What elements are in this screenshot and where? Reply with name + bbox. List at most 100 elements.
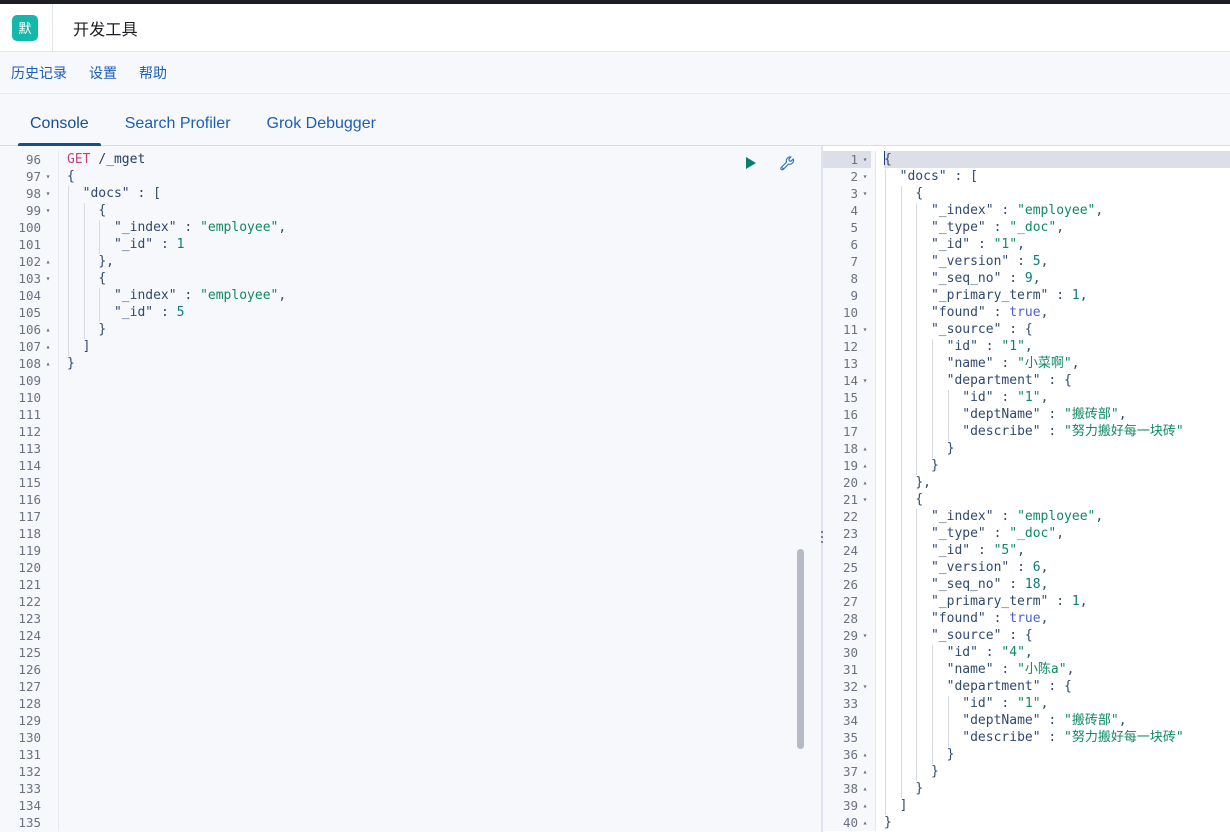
fold-toggle-icon[interactable]: ▴ [861,440,869,457]
code-line[interactable]: } [884,814,1230,831]
fold-toggle-icon[interactable]: ▴ [861,474,869,491]
code-line[interactable]: "describe" : "努力搬好每一块砖" [884,729,1230,747]
fold-toggle-icon[interactable]: ▴ [861,763,869,780]
code-line[interactable]: "_source" : { [884,321,1230,339]
fold-toggle-icon[interactable]: ▴ [861,780,869,797]
code-line[interactable]: "found" : true, [884,304,1230,322]
response-editor-pane[interactable]: 1▾2▾3▾4▾5▾6▾7▾8▾9▾10▾11▾12▾13▾14▾15▾16▾1… [822,146,1230,832]
code-line[interactable]: { [67,270,822,288]
fold-toggle-icon[interactable]: ▾ [861,185,869,202]
code-line[interactable]: GET /_mget [67,151,822,168]
code-line[interactable]: "_id" : "1", [884,236,1230,254]
request-code-lines[interactable]: GET /_mget{ "docs" : [ { "_index" : "emp… [59,151,822,831]
code-line[interactable] [67,576,822,593]
fold-toggle-icon[interactable]: ▾ [861,321,869,338]
code-line[interactable]: "found" : true, [884,610,1230,628]
wrench-icon[interactable] [776,152,798,174]
request-scrollbar-thumb[interactable] [797,549,804,749]
code-line[interactable]: } [884,457,1230,475]
code-line[interactable]: } [884,763,1230,781]
code-line[interactable]: "_id" : 5 [67,304,822,322]
code-line[interactable] [67,746,822,763]
code-line[interactable] [67,661,822,678]
fold-toggle-icon[interactable]: ▴ [861,746,869,763]
code-line[interactable]: "_version" : 5, [884,253,1230,271]
fold-toggle-icon[interactable]: ▾ [44,185,52,202]
code-line[interactable]: } [884,746,1230,764]
code-line[interactable] [67,627,822,644]
code-line[interactable] [67,712,822,729]
code-line[interactable]: "id" : "1", [884,338,1230,356]
code-line[interactable]: "_primary_term" : 1, [884,593,1230,611]
fold-toggle-icon[interactable]: ▾ [861,491,869,508]
fold-toggle-icon[interactable]: ▾ [44,270,52,287]
code-line[interactable]: "department" : { [884,678,1230,696]
request-code-area[interactable]: 96▾97▾98▾99▾100▾101▾102▴103▾104▾105▾106▴… [0,146,822,831]
code-line[interactable]: } [884,440,1230,458]
code-line[interactable] [67,406,822,423]
fold-toggle-icon[interactable]: ▴ [861,457,869,474]
fold-toggle-icon[interactable]: ▴ [44,321,52,338]
code-line[interactable] [67,780,822,797]
code-line[interactable]: "deptName" : "搬砖部", [884,712,1230,730]
fold-toggle-icon[interactable]: ▾ [861,372,869,389]
response-code-area[interactable]: 1▾2▾3▾4▾5▾6▾7▾8▾9▾10▾11▾12▾13▾14▾15▾16▾1… [823,146,1230,831]
code-line[interactable] [67,542,822,559]
code-line[interactable]: "department" : { [884,372,1230,390]
code-line[interactable] [67,474,822,491]
code-line[interactable]: } [884,780,1230,798]
pane-resize-handle[interactable] [818,526,826,548]
fold-toggle-icon[interactable]: ▴ [861,797,869,814]
code-line[interactable]: "_type" : "_doc", [884,219,1230,237]
code-line[interactable]: "id" : "4", [884,644,1230,662]
code-line[interactable] [67,729,822,746]
code-line[interactable]: { [67,168,822,185]
request-editor-pane[interactable]: 96▾97▾98▾99▾100▾101▾102▴103▾104▾105▾106▴… [0,146,822,832]
code-line[interactable] [67,763,822,780]
fold-toggle-icon[interactable]: ▴ [44,253,52,270]
fold-toggle-icon[interactable]: ▴ [44,355,52,372]
fold-toggle-icon[interactable]: ▴ [44,338,52,355]
code-line[interactable]: } [67,321,822,339]
code-line[interactable]: "name" : "小菜啊", [884,355,1230,373]
code-line[interactable] [67,678,822,695]
code-line[interactable] [67,593,822,610]
code-line[interactable] [67,644,822,661]
code-line[interactable]: }, [884,474,1230,492]
nav-link-settings[interactable]: 设置 [89,63,117,83]
code-line[interactable]: { [884,151,1230,168]
code-line[interactable]: ] [67,338,822,356]
code-line[interactable]: "describe" : "努力搬好每一块砖" [884,423,1230,441]
code-line[interactable]: }, [67,253,822,271]
code-line[interactable]: "_id" : "5", [884,542,1230,560]
code-line[interactable] [67,508,822,525]
code-line[interactable]: "_seq_no" : 18, [884,576,1230,594]
fold-toggle-icon[interactable]: ▴ [861,814,869,831]
code-line[interactable]: "id" : "1", [884,695,1230,713]
request-scrollbar[interactable] [797,146,808,832]
code-line[interactable]: "_index" : "employee", [884,508,1230,526]
code-line[interactable]: "docs" : [ [884,168,1230,186]
code-line[interactable]: "_index" : "employee", [67,219,822,237]
fold-toggle-icon[interactable]: ▾ [861,168,869,185]
code-line[interactable]: "id" : "1", [884,389,1230,407]
code-line[interactable]: } [67,355,822,372]
code-line[interactable] [67,389,822,406]
code-line[interactable]: { [67,202,822,220]
fold-toggle-icon[interactable]: ▾ [44,168,52,185]
tab-console[interactable]: Console [12,115,107,146]
fold-toggle-icon[interactable]: ▾ [861,678,869,695]
fold-toggle-icon[interactable]: ▾ [44,202,52,219]
code-line[interactable] [67,440,822,457]
code-line[interactable]: "_source" : { [884,627,1230,645]
response-code-lines[interactable]: { "docs" : [ { "_index" : "employee", "_… [876,151,1230,831]
code-line[interactable]: { [884,491,1230,509]
code-line[interactable] [67,372,822,389]
play-icon[interactable] [740,152,762,174]
fold-toggle-icon[interactable]: ▾ [861,627,869,644]
code-line[interactable]: "_id" : 1 [67,236,822,254]
code-line[interactable]: "_seq_no" : 9, [884,270,1230,288]
code-line[interactable] [67,610,822,627]
code-line[interactable] [67,797,822,814]
code-line[interactable] [67,491,822,508]
